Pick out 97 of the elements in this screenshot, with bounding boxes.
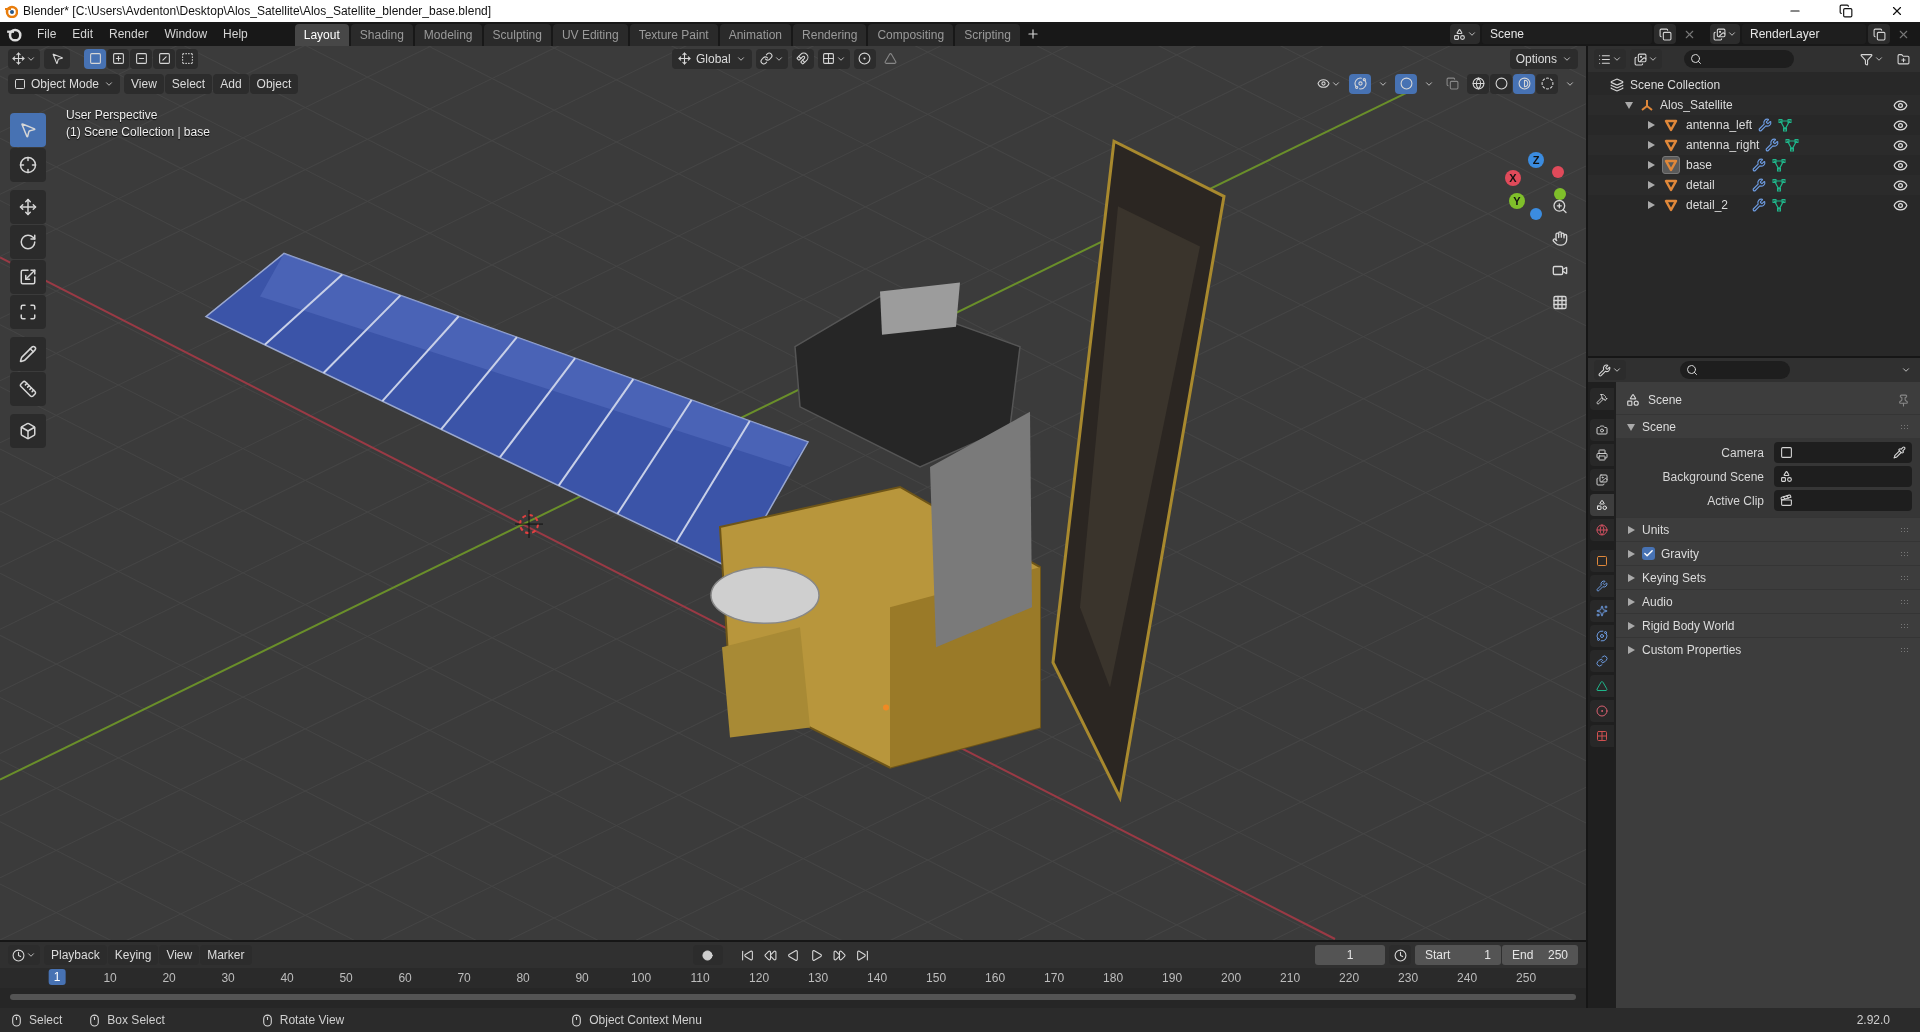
frame-number: 70 bbox=[457, 971, 471, 985]
object-name[interactable]: Alos_Satellite bbox=[1660, 98, 1733, 112]
status-hint: Rotate View bbox=[279, 1013, 345, 1027]
field-label: Active Clip bbox=[1706, 493, 1764, 508]
panel-header[interactable]: Rigid Body World bbox=[1616, 613, 1920, 637]
axis-handle[interactable]: Z bbox=[1528, 152, 1544, 168]
frame-ruler[interactable]: 1 10 20 30 40 50 60 70 80 90 100 110 120 130 140 150 160 170 180 190 200 210 220 230 240 250 bbox=[0, 968, 1586, 988]
frame-number: 170 bbox=[1044, 971, 1065, 985]
frame-number: 120 bbox=[749, 971, 770, 985]
workspace-tab[interactable]: Compositing bbox=[868, 24, 954, 46]
panel-title: Keying Sets bbox=[1642, 570, 1708, 585]
frame-number: 250 bbox=[1516, 971, 1537, 985]
workspace-tab[interactable]: Sculpting bbox=[483, 24, 551, 46]
panel-title: Rigid Body World bbox=[1642, 618, 1736, 633]
menu-item[interactable]: File bbox=[30, 25, 64, 43]
end-frame-field[interactable]: End 250 bbox=[1502, 945, 1578, 965]
frame-number: 180 bbox=[1103, 971, 1124, 985]
timeline-menu[interactable]: Marker bbox=[200, 945, 252, 965]
viewport-info-text: User Perspective bbox=[66, 108, 159, 122]
panel-header[interactable]: Units bbox=[1616, 517, 1920, 541]
menu-item[interactable]: Render bbox=[102, 25, 156, 43]
workspace-tab[interactable]: Shading bbox=[350, 24, 413, 46]
frame-number: 220 bbox=[1339, 971, 1360, 985]
window-title: Blender* [C:\Users\Avdenton\Desktop\Alos_Satellite\Alos_Satellite_blender_base.blend] bbox=[23, 4, 493, 18]
version-text: 2.92.0 bbox=[1856, 1013, 1890, 1027]
viewport-menu[interactable]: Add bbox=[213, 73, 249, 94]
context-title: Scene bbox=[1648, 393, 1684, 407]
field-value: 1 bbox=[1484, 948, 1491, 962]
scene-name-field[interactable]: Scene bbox=[1482, 24, 1652, 44]
viewport-menu[interactable]: Object bbox=[249, 73, 299, 94]
frame-number: 150 bbox=[926, 971, 947, 985]
frame-number: 230 bbox=[1398, 971, 1419, 985]
frame-number: 90 bbox=[575, 971, 589, 985]
frame-number: 10 bbox=[103, 971, 117, 985]
workspace-tab[interactable]: Layout bbox=[294, 24, 349, 46]
panel-title: Gravity bbox=[1661, 546, 1700, 561]
frame-number: 140 bbox=[867, 971, 888, 985]
field-label: Background Scene bbox=[1661, 469, 1764, 484]
panel-header[interactable]: Custom Properties bbox=[1616, 637, 1920, 661]
options-dropdown[interactable]: Options bbox=[1509, 48, 1578, 69]
workspace-tab[interactable]: UV Editing bbox=[552, 24, 628, 46]
frame-number: 110 bbox=[690, 971, 710, 985]
playhead[interactable]: 1 bbox=[48, 969, 66, 985]
frame-number: 130 bbox=[808, 971, 829, 985]
workspace-tab[interactable]: Scripting bbox=[955, 24, 1020, 46]
timeline-menu[interactable]: View bbox=[159, 945, 200, 965]
frame-number: 50 bbox=[339, 971, 353, 985]
timeline-menu[interactable]: Playback bbox=[44, 945, 107, 965]
status-hint: Select bbox=[29, 1013, 63, 1027]
frame-number: 80 bbox=[516, 971, 530, 985]
field-label: End bbox=[1512, 948, 1534, 962]
field-label: Camera bbox=[1720, 445, 1764, 460]
status-hint: Object Context Menu bbox=[589, 1013, 702, 1027]
menu-item[interactable]: Window bbox=[157, 25, 215, 43]
menu-item[interactable]: Edit bbox=[65, 25, 101, 43]
collection-name[interactable]: Scene Collection bbox=[1630, 78, 1721, 92]
viewport-menu[interactable]: Select bbox=[164, 73, 213, 94]
frame-number: 210 bbox=[1280, 971, 1301, 985]
frame-number: 20 bbox=[162, 971, 176, 985]
frame-number: 240 bbox=[1457, 971, 1478, 985]
field-label: Start bbox=[1425, 948, 1451, 962]
frame-number: 30 bbox=[221, 971, 235, 985]
menu-item[interactable]: Help bbox=[216, 25, 255, 43]
viewport-info-text: (1) Scene Collection | base bbox=[66, 125, 210, 139]
object-name[interactable]: antenna_left bbox=[1686, 118, 1753, 132]
current-frame-field[interactable]: 1 bbox=[1315, 945, 1385, 965]
object-name[interactable]: base bbox=[1686, 158, 1746, 172]
panel-header[interactable]: Audio bbox=[1616, 589, 1920, 613]
object-name[interactable]: detail bbox=[1686, 178, 1746, 192]
workspace-tab[interactable]: Rendering bbox=[793, 24, 867, 46]
mode-dropdown[interactable]: Object Mode bbox=[8, 73, 121, 94]
start-frame-field[interactable]: Start 1 bbox=[1415, 945, 1501, 965]
timeline-menu[interactable]: Keying bbox=[107, 945, 159, 965]
workspace-tab[interactable]: Texture Paint bbox=[629, 24, 718, 46]
axis-handle[interactable]: X bbox=[1505, 170, 1521, 186]
panel-title: Audio bbox=[1642, 594, 1674, 609]
workspace-tab[interactable]: Modeling bbox=[414, 24, 482, 46]
axis-handle[interactable]: Y bbox=[1509, 193, 1525, 209]
panel-header[interactable]: Gravity bbox=[1616, 541, 1920, 565]
view-layer-name-field[interactable]: RenderLayer bbox=[1742, 24, 1866, 44]
panel-header[interactable]: Keying Sets bbox=[1616, 565, 1920, 589]
frame-number: 60 bbox=[398, 971, 412, 985]
status-hint: Box Select bbox=[107, 1013, 165, 1027]
frame-number: 100 bbox=[631, 971, 652, 985]
frame-number: 40 bbox=[280, 971, 294, 985]
panel-title: Units bbox=[1642, 522, 1671, 537]
frame-number: 200 bbox=[1221, 971, 1242, 985]
workspace-tab[interactable]: Animation bbox=[719, 24, 792, 46]
viewport-menu[interactable]: View bbox=[124, 73, 164, 94]
object-name[interactable]: detail_2 bbox=[1686, 198, 1746, 212]
object-name[interactable]: antenna_right bbox=[1686, 138, 1760, 152]
panel-title: Scene bbox=[1642, 419, 1678, 434]
frame-number: 160 bbox=[985, 971, 1006, 985]
frame-number: 190 bbox=[1162, 971, 1183, 985]
panel-title: Custom Properties bbox=[1642, 642, 1743, 657]
orientation-dropdown[interactable]: Global bbox=[671, 48, 752, 69]
field-value: 250 bbox=[1548, 948, 1568, 962]
